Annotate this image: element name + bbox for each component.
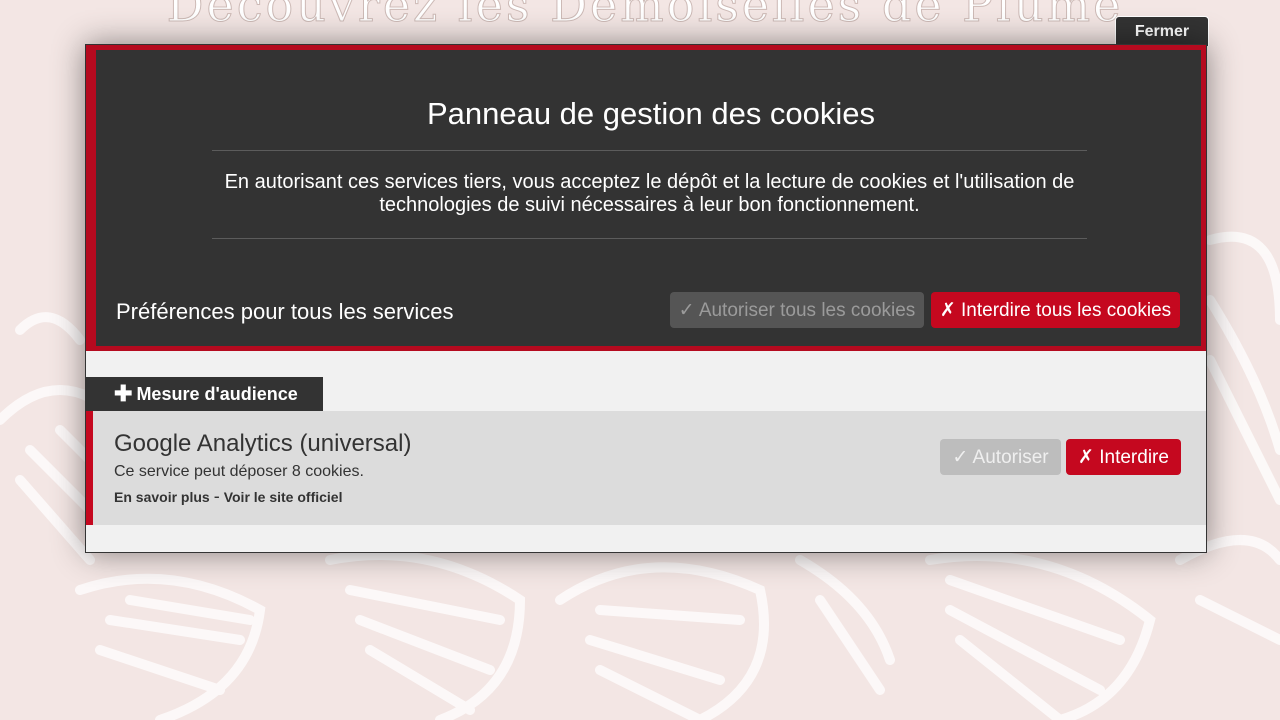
panel-title: Panneau de gestion des cookies bbox=[426, 96, 876, 131]
category-label: Mesure d'audience bbox=[136, 383, 298, 404]
background-page-title: Découvrez les Demoiselles de Plume bbox=[166, 0, 1124, 33]
cookie-management-panel: Panneau de gestion des cookies En autori… bbox=[85, 44, 1207, 553]
service-description: Ce service peut déposer 8 cookies. bbox=[114, 463, 364, 480]
allow-all-cookies-button[interactable]: ✓ Autoriser tous les cookies bbox=[670, 292, 924, 328]
service-links: En savoir plus - Voir le site officiel bbox=[114, 486, 342, 507]
close-button[interactable]: Fermer bbox=[1115, 16, 1209, 46]
official-site-link[interactable]: Voir le site officiel bbox=[224, 489, 343, 505]
category-tab-audience-measurement[interactable]: ✚ Mesure d'audience bbox=[86, 377, 323, 411]
deny-all-cookies-button[interactable]: ✗ Interdire tous les cookies bbox=[931, 292, 1180, 328]
panel-description: En autorisant ces services tiers, vous a… bbox=[224, 171, 1075, 216]
deny-service-button[interactable]: ✗ Interdire bbox=[1066, 439, 1181, 475]
link-separator: - bbox=[213, 486, 220, 506]
plus-icon: ✚ bbox=[114, 381, 133, 406]
service-name: Google Analytics (universal) bbox=[114, 430, 412, 457]
panel-header: Panneau de gestion des cookies En autori… bbox=[86, 45, 1206, 351]
header-divider-top bbox=[212, 150, 1087, 151]
allow-service-button[interactable]: ✓ Autoriser bbox=[940, 439, 1061, 475]
all-services-preferences-label: Préférences pour tous les services bbox=[116, 299, 454, 324]
learn-more-link[interactable]: En savoir plus bbox=[114, 489, 210, 505]
service-row-google-analytics: Google Analytics (universal) Ce service … bbox=[86, 411, 1206, 525]
header-divider-bottom bbox=[212, 238, 1087, 239]
